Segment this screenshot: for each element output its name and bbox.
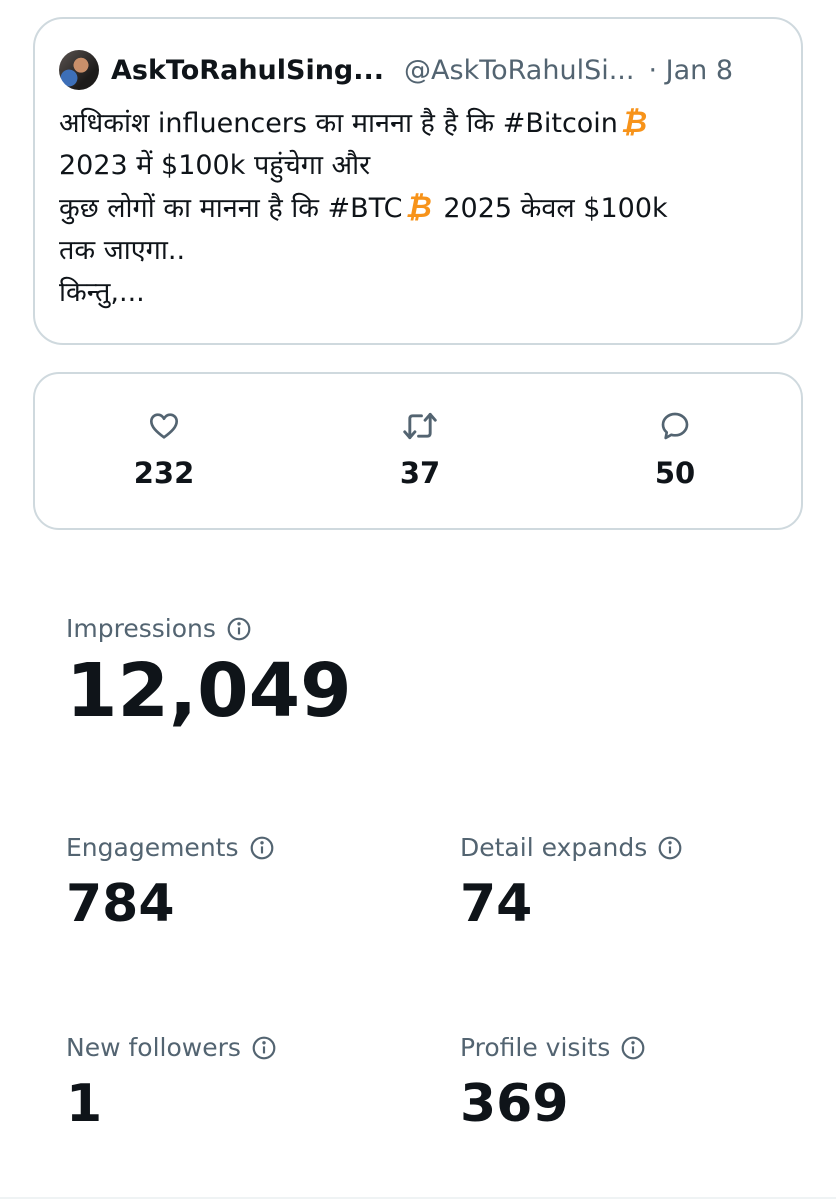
replies-count: 50 [654, 456, 696, 490]
detail-expands-value: 74 [460, 874, 533, 934]
info-icon[interactable] [226, 616, 252, 642]
tweet-text-segment: अधिकांश influencers का मानना है है कि #B… [59, 108, 618, 139]
engagements-label-row: Engagements [66, 833, 275, 862]
author-name[interactable]: AskToRahulSing... [111, 55, 384, 86]
info-icon[interactable] [620, 1035, 646, 1061]
detail-expands-label: Detail expands [460, 833, 648, 862]
bitcoin-emoji-icon: ₿ [405, 190, 432, 225]
new-followers-metric: New followers 1 [66, 1033, 277, 1134]
detail-expands-label-row: Detail expands [460, 833, 683, 862]
tweet-line: किन्तु,... [59, 277, 145, 308]
engagements-label: Engagements [66, 833, 239, 862]
tweet-line: अधिकांश influencers का मानना है है कि #B… [59, 102, 783, 145]
info-icon[interactable] [249, 835, 275, 861]
profile-visits-label-row: Profile visits [460, 1033, 646, 1062]
new-followers-value: 1 [66, 1074, 103, 1134]
tweet-header: AskToRahulSing... @AskToRahulSi... · Jan… [59, 46, 781, 94]
likes-stat[interactable]: 232 [104, 410, 224, 490]
tweet-text-segment: 2025 केवल $100k [443, 193, 668, 224]
quoted-tweet-card[interactable]: AskToRahulSing... @AskToRahulSi... · Jan… [33, 17, 803, 345]
tweet-line: कुछ लोगों का मानना है कि #BTC ₿ 2025 केवल… [59, 187, 783, 230]
author-handle[interactable]: @AskToRahulSi... [404, 55, 634, 86]
divider [0, 1197, 836, 1199]
tweet-line: 2023 में $100k पहुंचेगा और [59, 150, 371, 181]
engagement-stats-card: 232 37 50 [33, 372, 803, 530]
impressions-metric: Impressions 12,049 [66, 614, 352, 731]
profile-visits-label: Profile visits [460, 1033, 611, 1062]
impressions-label-row: Impressions [66, 614, 352, 643]
detail-expands-metric: Detail expands 74 [460, 833, 683, 934]
new-followers-label-row: New followers [66, 1033, 277, 1062]
tweet-text-segment: कुछ लोगों का मानना है कि #BTC [59, 193, 403, 224]
tweet-text: अधिकांश influencers का मानना है है कि #B… [59, 102, 783, 314]
impressions-value: 12,049 [66, 648, 352, 734]
reply-icon [661, 412, 689, 440]
retweets-count: 37 [399, 456, 441, 490]
retweets-stat[interactable]: 37 [360, 410, 480, 490]
heart-icon [150, 413, 178, 439]
engagements-value: 784 [66, 874, 175, 934]
new-followers-label: New followers [66, 1033, 241, 1062]
bitcoin-emoji-icon: ₿ [620, 105, 648, 140]
tweet-date[interactable]: · Jan 8 [648, 55, 733, 86]
replies-stat[interactable]: 50 [615, 410, 735, 490]
info-icon[interactable] [251, 1035, 277, 1061]
info-icon[interactable] [657, 835, 683, 861]
retweet-icon [403, 412, 437, 440]
engagements-metric: Engagements 784 [66, 833, 275, 934]
impressions-label: Impressions [66, 614, 216, 643]
tweet-line: तक जाएगा.. [59, 235, 186, 266]
profile-visits-metric: Profile visits 369 [460, 1033, 646, 1134]
likes-count: 232 [133, 456, 195, 490]
avatar[interactable] [59, 50, 99, 90]
profile-visits-value: 369 [460, 1074, 569, 1134]
